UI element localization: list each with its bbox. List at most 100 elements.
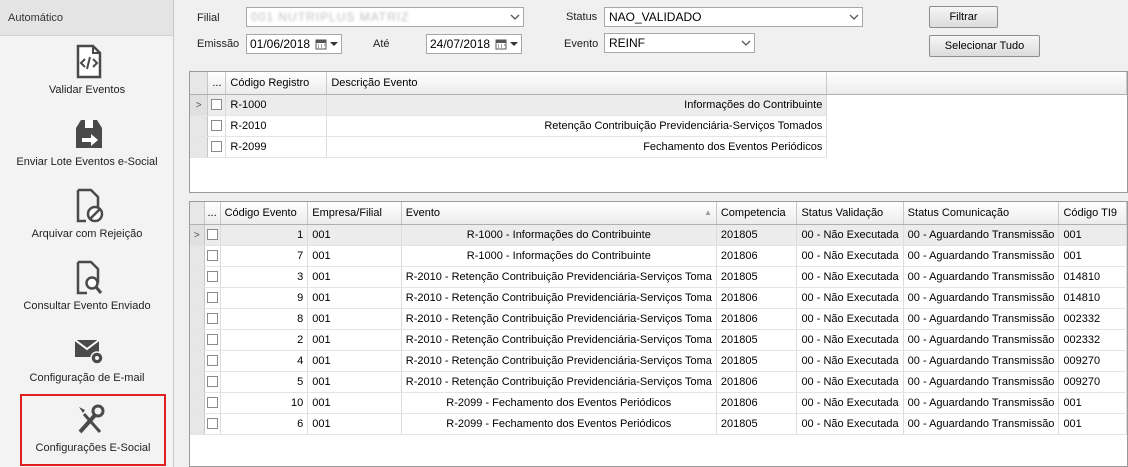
cell-status-comunicacao: 00 - Aguardando Transmissão xyxy=(903,392,1060,414)
cell-codigo-ti9: 001 xyxy=(1058,413,1127,435)
table-row[interactable]: 9 001 R-2010 - Retenção Contribuição Pre… xyxy=(190,287,1127,309)
table-row[interactable]: 4 001 R-2010 - Retenção Contribuição Pre… xyxy=(190,350,1127,372)
sidebar-item-configuracoes-esocial[interactable]: Configurações E-Social xyxy=(20,394,166,466)
row-checkbox[interactable] xyxy=(206,313,218,325)
sidebar-item-consultar-evento[interactable]: Consultar Evento Enviado xyxy=(0,254,174,324)
sidebar-item-enviar-lote[interactable]: Enviar Lote Eventos e-Social xyxy=(0,110,174,180)
cell-empresa-filial: 001 xyxy=(307,266,402,288)
filler-cell xyxy=(827,136,1127,157)
sidebar-item-validar-eventos[interactable]: Validar Eventos xyxy=(0,38,174,108)
row-checkbox[interactable] xyxy=(206,271,218,283)
column-header-status-comunicacao[interactable]: Status Comunicação xyxy=(903,202,1060,225)
row-indicator xyxy=(190,308,205,330)
column-header-codigo-ti9[interactable]: Código TI9 xyxy=(1058,202,1127,225)
column-header-codigo-evento[interactable]: Código Evento xyxy=(220,202,309,225)
table-row[interactable]: > R-1000 Informações do Contribuinte xyxy=(190,94,1127,116)
row-checkbox[interactable] xyxy=(206,355,218,367)
cell-descricao-evento: Informações do Contribuinte xyxy=(326,94,828,116)
column-header-empresa-filial[interactable]: Empresa/Filial xyxy=(307,202,402,225)
eventos-grid: ... Código Evento Empresa/Filial Evento ▲… xyxy=(189,201,1128,467)
sidebar-item-label: Arquivar com Rejeição xyxy=(31,228,143,240)
row-indicator-header xyxy=(190,72,209,95)
sidebar-item-arquivar-rejeicao[interactable]: Arquivar com Rejeição xyxy=(0,182,174,252)
select-column-header[interactable]: ... xyxy=(207,72,227,95)
column-header-descricao-evento[interactable]: Descrição Evento xyxy=(326,72,828,95)
cell-codigo-ti9: 001 xyxy=(1058,392,1127,414)
cell-empresa-filial: 001 xyxy=(307,413,402,435)
cell-empresa-filial: 001 xyxy=(307,308,402,330)
row-indicator xyxy=(190,350,205,372)
emissao-label: Emissão xyxy=(197,38,240,50)
column-header-status-validacao[interactable]: Status Validação xyxy=(796,202,904,225)
table-row[interactable]: 7 001 R-1000 - Informações do Contribuin… xyxy=(190,245,1127,267)
cell-codigo-evento: 3 xyxy=(220,266,309,288)
ate-label: Até xyxy=(373,38,390,50)
selecionar-tudo-button[interactable]: Selecionar Tudo xyxy=(929,35,1040,57)
calendar-icon[interactable] xyxy=(495,38,507,50)
cell-status-validacao: 00 - Não Executada xyxy=(796,329,904,351)
row-checkbox[interactable] xyxy=(211,120,223,132)
table-row[interactable]: R-2010 Retenção Contribuição Previdenciá… xyxy=(190,115,1127,137)
row-checkbox[interactable] xyxy=(211,141,223,153)
emissao-date-input[interactable]: 01/06/2018 xyxy=(246,34,342,54)
status-select[interactable]: NAO_VALIDADO xyxy=(604,7,863,27)
cell-empresa-filial: 001 xyxy=(307,392,402,414)
chevron-down-icon xyxy=(510,42,518,46)
row-checkbox[interactable] xyxy=(206,250,218,262)
table-row[interactable]: > 1 001 R-1000 - Informações do Contribu… xyxy=(190,224,1127,246)
sidebar-item-configuracao-email[interactable]: Configuração de E-mail xyxy=(0,326,174,396)
cell-status-comunicacao: 00 - Aguardando Transmissão xyxy=(903,245,1060,267)
row-checkbox[interactable] xyxy=(206,376,218,388)
cell-empresa-filial: 001 xyxy=(307,245,402,267)
cell-codigo-registro: R-2010 xyxy=(225,115,328,137)
row-checkbox[interactable] xyxy=(206,334,218,346)
table-row[interactable]: R-2099 Fechamento dos Eventos Periódicos xyxy=(190,136,1127,158)
filial-label: Filial xyxy=(197,12,220,24)
emissao-value: 01/06/2018 xyxy=(250,37,311,51)
evento-select[interactable]: REINF xyxy=(604,33,755,53)
cell-codigo-evento: 4 xyxy=(220,350,309,372)
sidebar-item-label: Validar Eventos xyxy=(48,84,126,96)
calendar-icon[interactable] xyxy=(315,38,327,50)
table-row[interactable]: 2 001 R-2010 - Retenção Contribuição Pre… xyxy=(190,329,1127,351)
sidebar-item-label: Configurações E-Social xyxy=(35,442,151,454)
evento-value: REINF xyxy=(609,36,645,50)
column-header-evento[interactable]: Evento ▲ xyxy=(401,202,717,225)
ate-date-input[interactable]: 24/07/2018 xyxy=(426,34,522,54)
row-checkbox[interactable] xyxy=(206,418,218,430)
cell-status-validacao: 00 - Não Executada xyxy=(796,224,904,246)
row-checkbox-cell xyxy=(204,224,221,246)
registros-grid: ... Código Registro Descrição Evento > R… xyxy=(189,71,1128,193)
current-row-arrow-icon: > xyxy=(195,99,202,111)
cell-empresa-filial: 001 xyxy=(307,224,402,246)
chevron-down-icon xyxy=(330,42,338,46)
table-row[interactable]: 8 001 R-2010 - Retenção Contribuição Pre… xyxy=(190,308,1127,330)
cell-empresa-filial: 001 xyxy=(307,350,402,372)
cell-codigo-evento: 2 xyxy=(220,329,309,351)
cell-status-validacao: 00 - Não Executada xyxy=(796,371,904,393)
row-checkbox[interactable] xyxy=(206,292,218,304)
row-checkbox[interactable] xyxy=(206,397,218,409)
row-checkbox[interactable] xyxy=(211,99,223,111)
table-row[interactable]: 3 001 R-2010 - Retenção Contribuição Pre… xyxy=(190,266,1127,288)
cell-empresa-filial: 001 xyxy=(307,329,402,351)
cell-status-comunicacao: 00 - Aguardando Transmissão xyxy=(903,266,1060,288)
table-row[interactable]: 5 001 R-2010 - Retenção Contribuição Pre… xyxy=(190,371,1127,393)
cell-evento: R-2010 - Retenção Contribuição Previdenc… xyxy=(401,371,717,393)
column-header-codigo-registro[interactable]: Código Registro xyxy=(225,72,328,95)
row-indicator xyxy=(190,115,209,137)
column-header-competencia[interactable]: Competencia xyxy=(716,202,798,225)
chevron-down-icon xyxy=(741,40,751,46)
table-row[interactable]: 6 001 R-2099 - Fechamento dos Eventos Pe… xyxy=(190,413,1127,435)
row-checkbox-cell xyxy=(204,350,221,372)
table-row[interactable]: 10 001 R-2099 - Fechamento dos Eventos P… xyxy=(190,392,1127,414)
cell-status-comunicacao: 00 - Aguardando Transmissão xyxy=(903,287,1060,309)
filtrar-button[interactable]: Filtrar xyxy=(929,6,998,28)
registros-header-row: ... Código Registro Descrição Evento xyxy=(190,72,1127,95)
row-checkbox[interactable] xyxy=(206,229,218,241)
cell-codigo-ti9: 014810 xyxy=(1058,266,1127,288)
cell-competencia: 201805 xyxy=(716,350,798,372)
select-column-header[interactable]: ... xyxy=(204,202,221,225)
cell-descricao-evento: Fechamento dos Eventos Periódicos xyxy=(326,136,828,158)
filial-select[interactable]: 001 NUTRIPLUS MATRIZ xyxy=(246,7,524,27)
